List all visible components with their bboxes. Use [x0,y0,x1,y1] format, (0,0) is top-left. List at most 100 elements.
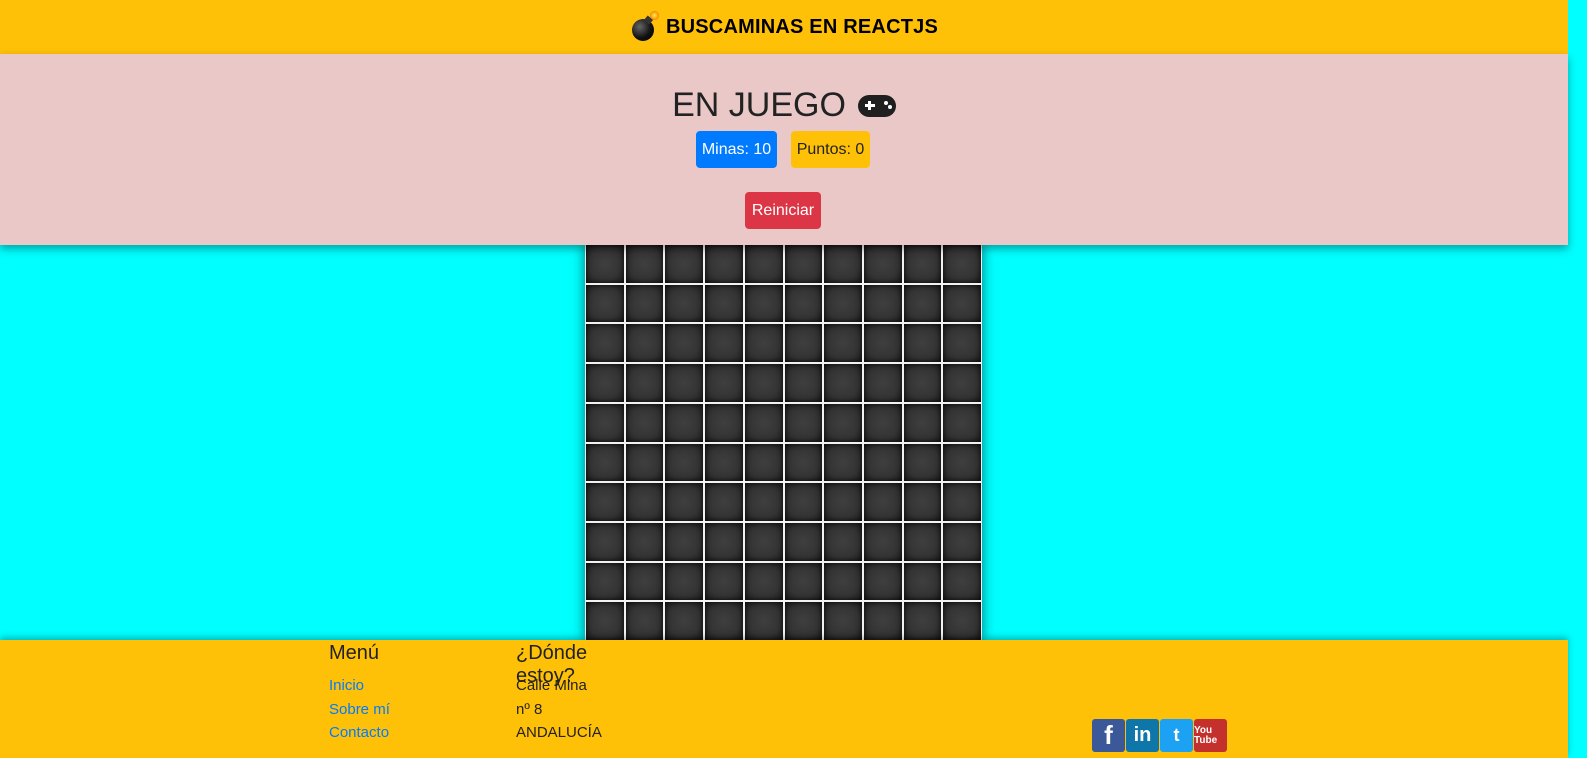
youtube-icon[interactable]: You Tube [1194,719,1227,752]
board-cell[interactable] [863,602,902,640]
board-cell[interactable] [784,324,823,363]
board-cell[interactable] [625,245,664,283]
board-cell[interactable] [824,483,862,521]
board-cell[interactable] [943,324,981,363]
board-cell[interactable] [744,324,783,363]
board-cell[interactable] [665,324,704,363]
board-cell[interactable] [744,245,783,283]
board-cell[interactable] [586,403,624,442]
board-cell[interactable] [943,562,981,601]
board-cell[interactable] [943,245,981,283]
board-cell[interactable] [943,602,981,640]
board-cell[interactable] [863,364,902,402]
board-cell[interactable] [784,284,823,323]
board-cell[interactable] [705,483,743,521]
board-cell[interactable] [586,562,624,601]
board-cell[interactable] [586,364,624,402]
board-cell[interactable] [665,245,704,283]
board-cell[interactable] [903,403,942,442]
board-cell[interactable] [625,562,664,601]
board-cell[interactable] [903,284,942,323]
board-cell[interactable] [665,562,704,601]
facebook-icon[interactable]: f [1092,719,1125,752]
footer-link-contacto[interactable]: Contacto [329,724,389,741]
twitter-icon[interactable]: t [1160,719,1193,752]
board-cell[interactable] [744,522,783,561]
board-cell[interactable] [903,443,942,482]
board-cell[interactable] [665,522,704,561]
board-cell[interactable] [824,443,862,482]
board-cell[interactable] [625,522,664,561]
board-cell[interactable] [705,522,743,561]
board-cell[interactable] [943,443,981,482]
board-cell[interactable] [744,443,783,482]
board-cell[interactable] [625,364,664,402]
board-cell[interactable] [824,403,862,442]
board-cell[interactable] [863,245,902,283]
restart-button[interactable]: Reiniciar [745,192,821,229]
footer-link-inicio[interactable]: Inicio [329,677,364,694]
board-cell[interactable] [665,602,704,640]
board-cell[interactable] [863,324,902,363]
board-cell[interactable] [744,602,783,640]
board-cell[interactable] [625,284,664,323]
board-cell[interactable] [625,483,664,521]
board-cell[interactable] [903,245,942,283]
board-cell[interactable] [824,602,862,640]
board-cell[interactable] [784,483,823,521]
board-cell[interactable] [824,245,862,283]
board-cell[interactable] [784,522,823,561]
board-cell[interactable] [863,403,902,442]
board-cell[interactable] [705,562,743,601]
board-cell[interactable] [625,324,664,363]
brand[interactable]: BUSCAMINAS EN REACTJS [630,11,938,41]
board-cell[interactable] [744,403,783,442]
board-cell[interactable] [665,284,704,323]
board-cell[interactable] [943,403,981,442]
board-cell[interactable] [784,562,823,601]
board-cell[interactable] [824,324,862,363]
board-cell[interactable] [824,562,862,601]
board-cell[interactable] [744,562,783,601]
board-cell[interactable] [705,443,743,482]
footer-link-sobre-mi[interactable]: Sobre mí [329,701,390,718]
board-cell[interactable] [784,364,823,402]
board-cell[interactable] [943,522,981,561]
board-cell[interactable] [625,403,664,442]
board-cell[interactable] [705,602,743,640]
board-cell[interactable] [744,284,783,323]
board-cell[interactable] [586,483,624,521]
board-cell[interactable] [665,403,704,442]
board-cell[interactable] [625,443,664,482]
board-cell[interactable] [705,403,743,442]
board-cell[interactable] [824,284,862,323]
board-cell[interactable] [586,602,624,640]
board-cell[interactable] [586,245,624,283]
board-cell[interactable] [824,364,862,402]
board-cell[interactable] [586,324,624,363]
board-cell[interactable] [705,284,743,323]
board-cell[interactable] [943,483,981,521]
board-cell[interactable] [943,284,981,323]
board-cell[interactable] [705,245,743,283]
board-cell[interactable] [903,522,942,561]
board-cell[interactable] [665,443,704,482]
board-cell[interactable] [903,483,942,521]
board-cell[interactable] [665,364,704,402]
board-cell[interactable] [903,602,942,640]
board-cell[interactable] [863,483,902,521]
board-cell[interactable] [586,284,624,323]
board-cell[interactable] [903,364,942,402]
board-cell[interactable] [784,403,823,442]
board-cell[interactable] [903,562,942,601]
board-cell[interactable] [625,602,664,640]
board-cell[interactable] [744,364,783,402]
board-cell[interactable] [784,245,823,283]
board-cell[interactable] [863,522,902,561]
board-cell[interactable] [863,443,902,482]
board-cell[interactable] [784,602,823,640]
linkedin-icon[interactable]: in [1126,719,1159,752]
board-cell[interactable] [903,324,942,363]
board-cell[interactable] [943,364,981,402]
board-cell[interactable] [586,522,624,561]
